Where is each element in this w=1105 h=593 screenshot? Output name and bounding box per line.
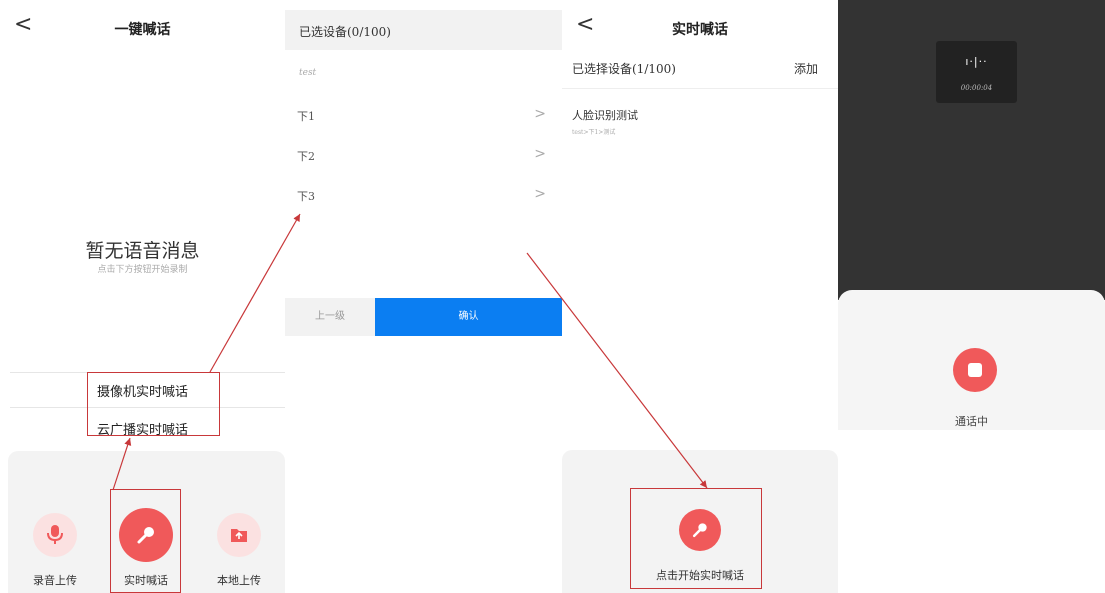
annotation-box-start xyxy=(630,488,762,589)
add-device-button[interactable]: 添加 xyxy=(794,60,818,77)
call-status-card: ı·|·· 00:00:04 xyxy=(936,41,1017,103)
list-item-label: 下1 xyxy=(297,110,315,123)
annotation-box-options xyxy=(87,372,220,436)
group-label: test xyxy=(299,68,317,78)
selected-devices-count: 已选择设备(1/100) xyxy=(572,62,676,76)
selected-count: 已选设备(0/100) xyxy=(299,25,391,39)
list-item[interactable]: 下1 > xyxy=(285,106,562,126)
local-upload-button[interactable] xyxy=(217,513,261,557)
record-upload-button[interactable] xyxy=(33,513,77,557)
page-title: 一键喊话 xyxy=(114,22,171,38)
list-item[interactable]: 下3 > xyxy=(285,186,562,206)
call-timer: 00:00:04 xyxy=(960,84,993,92)
chevron-right-icon: > xyxy=(534,146,546,162)
empty-state-hint: 点击下方按钮开始录制 xyxy=(97,265,188,275)
folder-upload-icon xyxy=(231,529,247,542)
panel-broadcast-home: < 一键喊话 暂无语音消息 点击下方按钮开始录制 摄像机实时喊话 云广播实时喊话… xyxy=(0,0,285,593)
sound-wave-icon: ı·|·· xyxy=(965,55,988,68)
page-title: 实时喊话 xyxy=(672,22,728,38)
previous-level-button[interactable]: 上一级 xyxy=(285,298,375,336)
list-item[interactable]: 下2 > xyxy=(285,146,562,166)
divider xyxy=(562,88,838,89)
chevron-right-icon: > xyxy=(534,186,546,202)
microphone-icon xyxy=(47,525,63,544)
device-name: 人脸识别测试 xyxy=(572,109,638,122)
selection-header: 已选设备(0/100) xyxy=(285,10,562,50)
live-broadcast-label: 实时喊话 xyxy=(124,574,168,587)
call-status-label: 通话中 xyxy=(955,415,988,428)
panel-device-select: 已选设备(0/100) test 下1 > 下2 > 下3 > 上一级 确认 xyxy=(285,0,562,593)
record-upload-label: 录音上传 xyxy=(33,574,77,587)
confirm-button[interactable]: 确认 xyxy=(375,298,562,336)
panel-in-call: ı·|·· 00:00:04 通话中 xyxy=(838,0,1105,593)
empty-state-title: 暂无语音消息 xyxy=(85,240,200,262)
stop-call-button[interactable] xyxy=(953,348,997,392)
list-item-label: 下2 xyxy=(297,150,315,163)
panel-live-broadcast: < 实时喊话 已选择设备(1/100) 添加 人脸识别测试 test>下1>测试… xyxy=(562,0,838,593)
local-upload-label: 本地上传 xyxy=(217,574,261,587)
device-path: test>下1>测试 xyxy=(572,129,616,136)
chevron-right-icon: > xyxy=(534,106,546,122)
stop-icon xyxy=(968,363,982,377)
action-buttons: 上一级 确认 xyxy=(285,298,562,336)
list-item-label: 下3 xyxy=(297,190,315,203)
